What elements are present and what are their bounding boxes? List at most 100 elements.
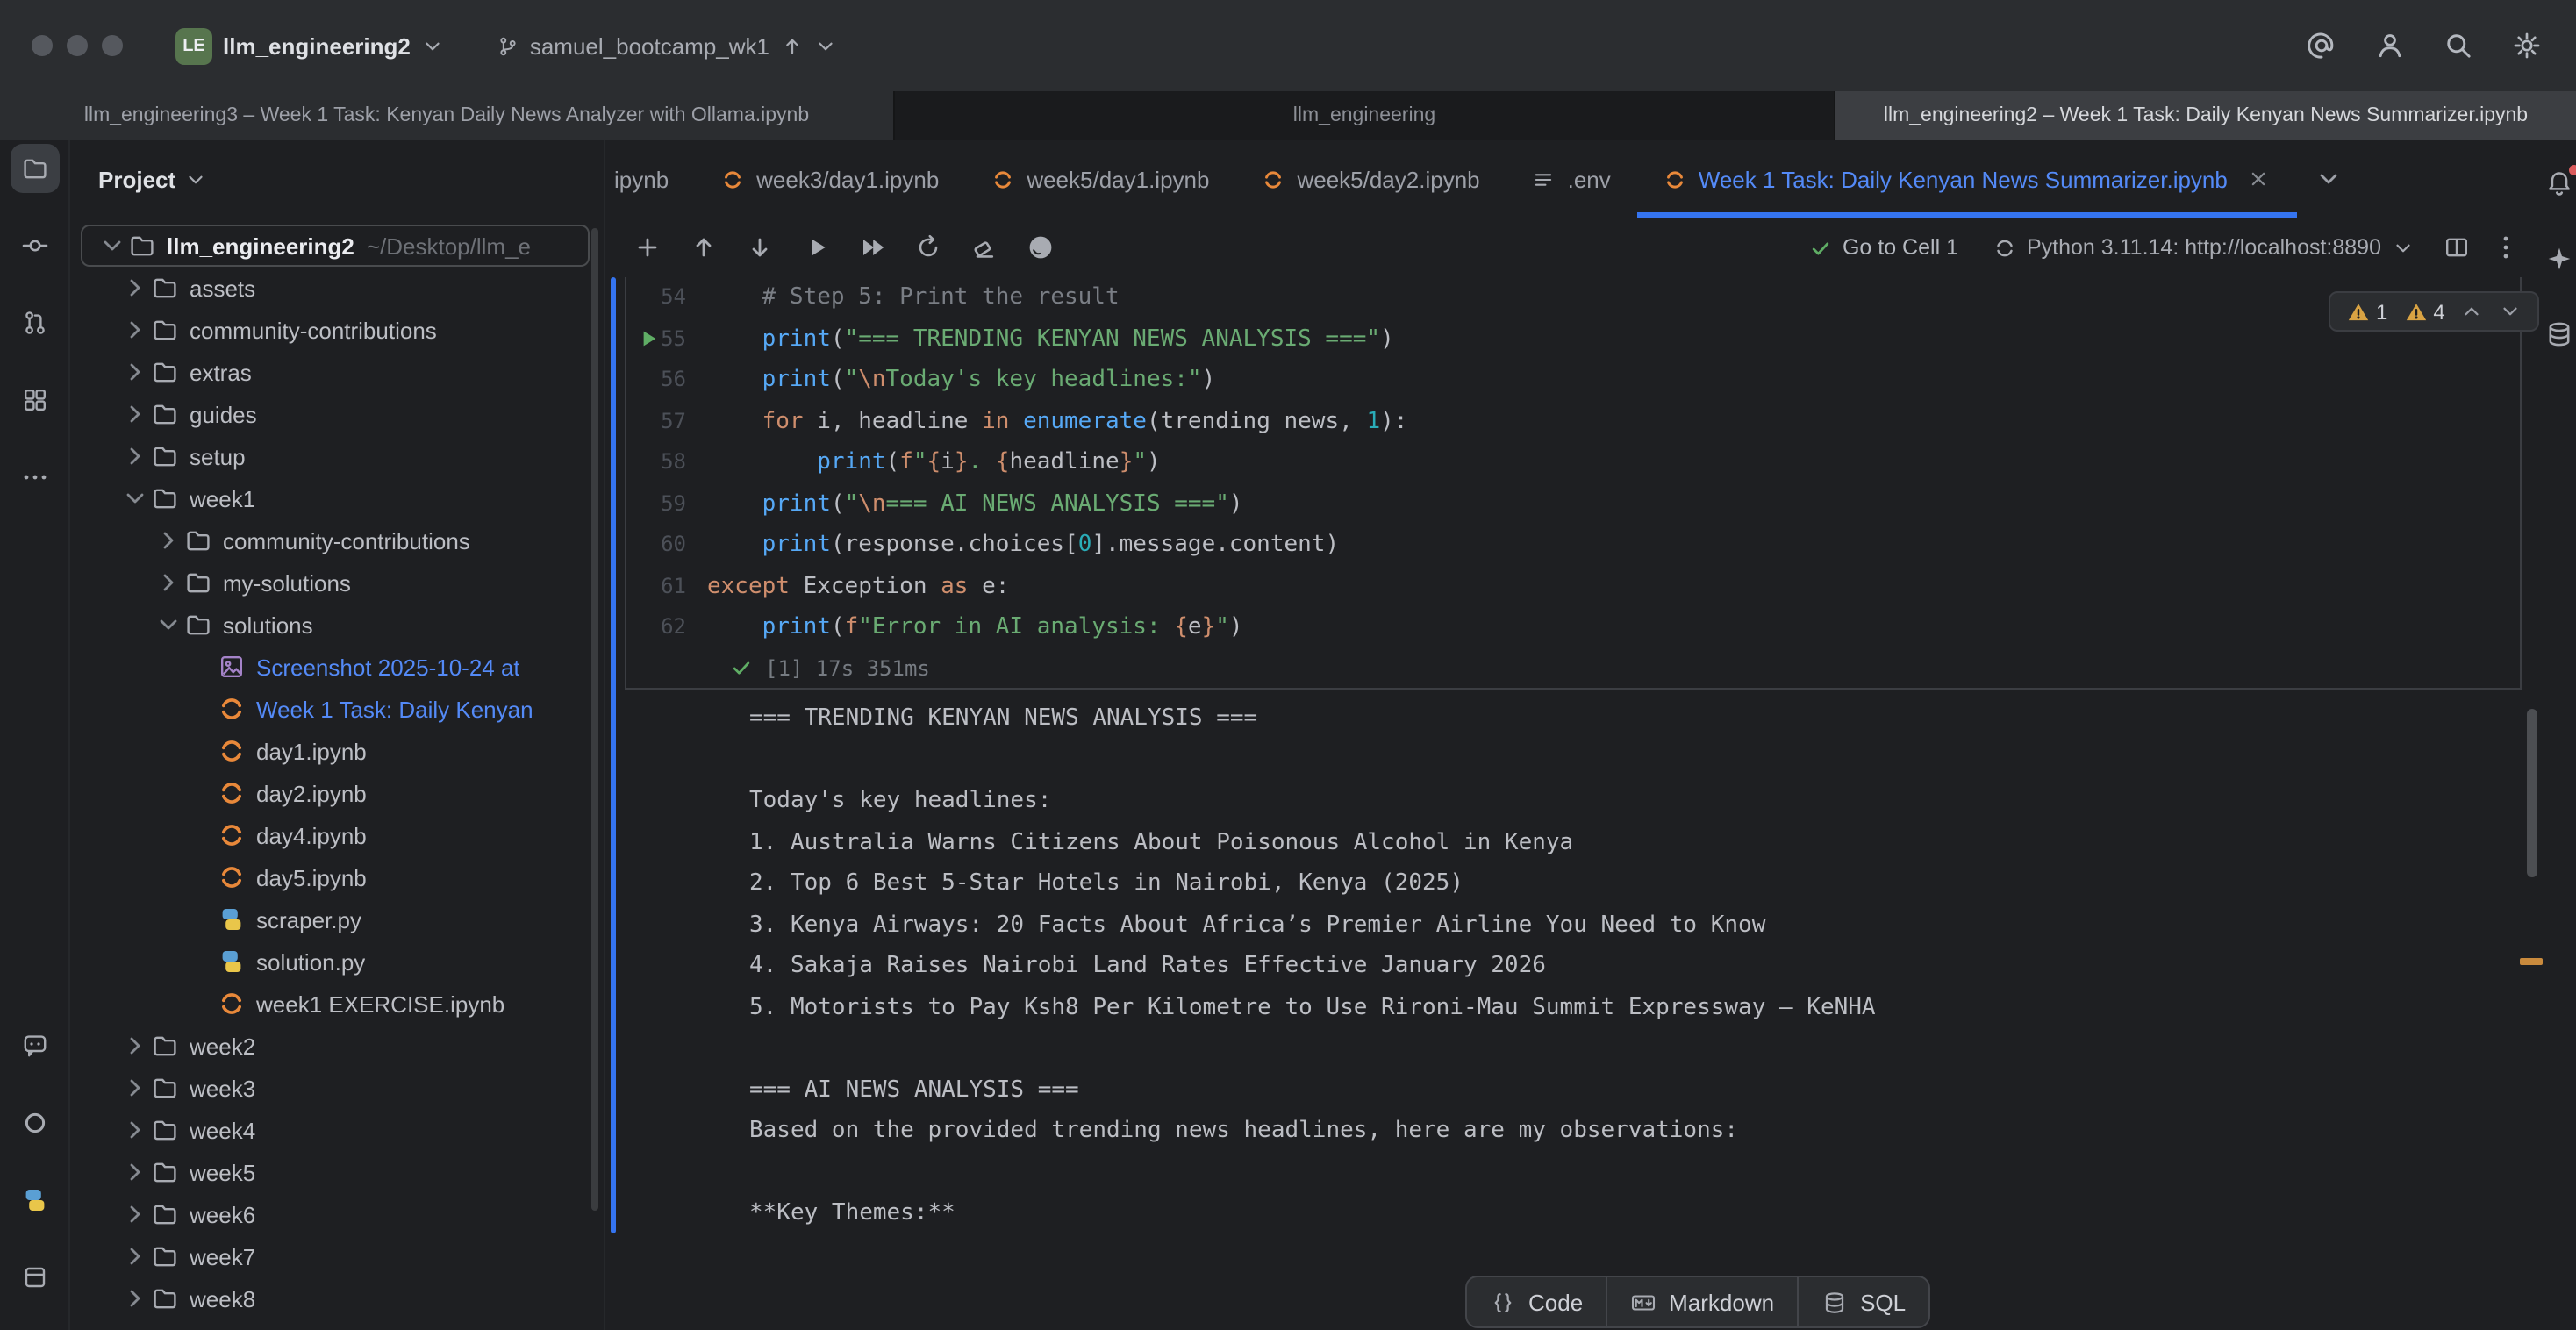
tab-list-chevron-icon[interactable] — [2315, 165, 2343, 193]
structure-tool-button[interactable] — [10, 375, 59, 425]
editor-tab[interactable]: ipynb — [605, 140, 695, 218]
tree-item[interactable]: community-contributions — [70, 309, 604, 351]
jupyter-server-selector[interactable]: Python 3.11.14: http://localhost:8890 — [1983, 235, 2425, 260]
split-editor-button[interactable] — [2439, 230, 2474, 265]
chevron-right-icon[interactable] — [121, 1158, 149, 1186]
chevron-right-icon[interactable] — [121, 358, 149, 386]
tree-item[interactable]: week7 — [70, 1235, 604, 1277]
tree-item[interactable]: week1 — [70, 477, 604, 519]
tree-item[interactable]: Week 1 Task: Daily Kenyan — [70, 688, 604, 730]
tree-item[interactable]: week2 — [70, 1025, 604, 1067]
cell-type-sql-button[interactable]: SQL — [1797, 1277, 1928, 1326]
tree-item[interactable]: day5.ipynb — [70, 856, 604, 898]
zoom-window-button[interactable] — [102, 35, 123, 56]
python-console-tool-button[interactable] — [10, 1176, 59, 1225]
run-cell-button[interactable] — [798, 230, 834, 265]
tree-item[interactable] — [70, 1319, 604, 1330]
close-window-button[interactable] — [32, 35, 53, 56]
next-problem-icon[interactable] — [2500, 300, 2522, 323]
chevron-down-icon[interactable] — [98, 232, 126, 260]
code-line[interactable]: 59 print("\n=== AI NEWS ANALYSIS ===") — [626, 483, 2520, 525]
window-tab[interactable]: llm_engineering3 – Week 1 Task: Kenyan D… — [0, 91, 895, 140]
tree-item[interactable]: week4 — [70, 1109, 604, 1151]
code-with-me-button[interactable] — [2372, 28, 2408, 63]
chevron-down-icon[interactable] — [154, 611, 182, 639]
ai-assistant-button[interactable] — [2544, 244, 2573, 274]
restart-kernel-button[interactable] — [911, 230, 946, 265]
chevron-right-icon[interactable] — [121, 1200, 149, 1228]
tree-item[interactable]: day2.ipynb — [70, 772, 604, 814]
code-line[interactable]: 60 print(response.choices[0].message.con… — [626, 525, 2520, 566]
tree-item[interactable]: week8 — [70, 1277, 604, 1319]
run-all-cells-button[interactable] — [855, 230, 890, 265]
database-tool-button[interactable] — [2544, 319, 2573, 349]
chevron-right-icon[interactable] — [121, 1074, 149, 1102]
code-line[interactable]: 54 # Step 5: Print the result — [626, 277, 2520, 318]
tree-item[interactable]: setup — [70, 435, 604, 477]
more-options-button[interactable] — [2488, 230, 2523, 265]
cell-frame[interactable]: 54 # Step 5: Print the result55 print("=… — [625, 277, 2522, 689]
code-line[interactable]: 57 for i, headline in enumerate(trending… — [626, 401, 2520, 442]
project-tree-scrollbar[interactable] — [591, 228, 598, 1211]
editor-tab[interactable]: week5/day2.ipynb — [1235, 140, 1506, 218]
move-cell-up-button[interactable] — [686, 230, 721, 265]
notifications-button[interactable] — [2544, 168, 2573, 198]
more-tool-windows-button[interactable] — [10, 453, 59, 502]
tree-item[interactable]: week5 — [70, 1151, 604, 1193]
code-line[interactable]: 61except Exception as e: — [626, 566, 2520, 607]
github-button[interactable] — [1023, 230, 1058, 265]
settings-button[interactable] — [2509, 28, 2544, 63]
move-cell-down-button[interactable] — [742, 230, 777, 265]
tree-item[interactable]: week6 — [70, 1193, 604, 1235]
ai-mentions-button[interactable] — [2304, 28, 2339, 63]
kernel-tool-button[interactable] — [10, 1098, 59, 1148]
chevron-right-icon[interactable] — [121, 316, 149, 344]
chevron-right-icon[interactable] — [121, 274, 149, 302]
tree-item[interactable]: Screenshot 2025-10-24 at — [70, 646, 604, 688]
chevron-right-icon[interactable] — [154, 568, 182, 597]
warning-counter[interactable]: 4 — [2403, 299, 2444, 324]
run-cell-gutter-icon[interactable] — [635, 325, 660, 350]
tree-item[interactable]: scraper.py — [70, 898, 604, 940]
code-line[interactable]: 56 print("\nToday's key headlines:") — [626, 360, 2520, 401]
window-tab[interactable]: llm_engineering2 – Week 1 Task: Daily Ke… — [1835, 91, 2576, 140]
minimize-window-button[interactable] — [67, 35, 88, 56]
cell-type-code-button[interactable]: Code — [1467, 1277, 1606, 1326]
tree-item[interactable]: llm_engineering2~/Desktop/llm_e — [81, 225, 590, 267]
tree-item[interactable]: assets — [70, 267, 604, 309]
cell-type-markdown-button[interactable]: Markdown — [1606, 1277, 1797, 1326]
editor-scrollbar[interactable] — [2527, 709, 2537, 877]
chevron-right-icon[interactable] — [154, 526, 182, 554]
branch-widget[interactable]: samuel_bootcamp_wk1 — [497, 32, 836, 59]
tree-item[interactable]: community-contributions — [70, 519, 604, 561]
chevron-right-icon[interactable] — [121, 1284, 149, 1312]
chevron-right-icon[interactable] — [121, 1242, 149, 1270]
add-cell-button[interactable] — [630, 230, 665, 265]
inspections-widget[interactable]: 14 — [2329, 291, 2540, 332]
code-line[interactable]: 62 print(f"Error in AI analysis: {e}") — [626, 607, 2520, 648]
tree-item[interactable]: week1 EXERCISE.ipynb — [70, 983, 604, 1025]
window-tab[interactable]: llm_engineering — [895, 91, 1835, 140]
tree-item[interactable]: my-solutions — [70, 561, 604, 604]
code-line[interactable]: 55 print("=== TRENDING KENYAN NEWS ANALY… — [626, 318, 2520, 360]
tree-item[interactable]: solutions — [70, 604, 604, 646]
tree-item[interactable]: day1.ipynb — [70, 730, 604, 772]
project-tool-button[interactable] — [10, 144, 59, 193]
tree-item[interactable]: day4.ipynb — [70, 814, 604, 856]
tree-item[interactable]: guides — [70, 393, 604, 435]
code-line[interactable]: 58 print(f"{i}. {headline}") — [626, 442, 2520, 483]
search-everywhere-button[interactable] — [2441, 28, 2476, 63]
commit-tool-button[interactable] — [10, 221, 59, 270]
chevron-right-icon[interactable] — [121, 1032, 149, 1060]
editor-tab[interactable]: Week 1 Task: Daily Kenyan News Summarize… — [1637, 140, 2298, 218]
chevron-right-icon[interactable] — [121, 442, 149, 470]
editor-tab[interactable]: .env — [1506, 140, 1637, 218]
project-widget[interactable]: LE llm_engineering2 — [161, 18, 458, 73]
editor-tab[interactable]: week5/day1.ipynb — [965, 140, 1235, 218]
project-panel-header[interactable]: Project — [70, 140, 604, 218]
chevron-down-icon[interactable] — [121, 484, 149, 512]
editor-tab[interactable]: week3/day1.ipynb — [695, 140, 965, 218]
go-to-cell-button[interactable]: Go to Cell 1 — [1799, 235, 1969, 260]
previous-problem-icon[interactable] — [2461, 300, 2484, 323]
pull-requests-tool-button[interactable] — [10, 298, 59, 347]
